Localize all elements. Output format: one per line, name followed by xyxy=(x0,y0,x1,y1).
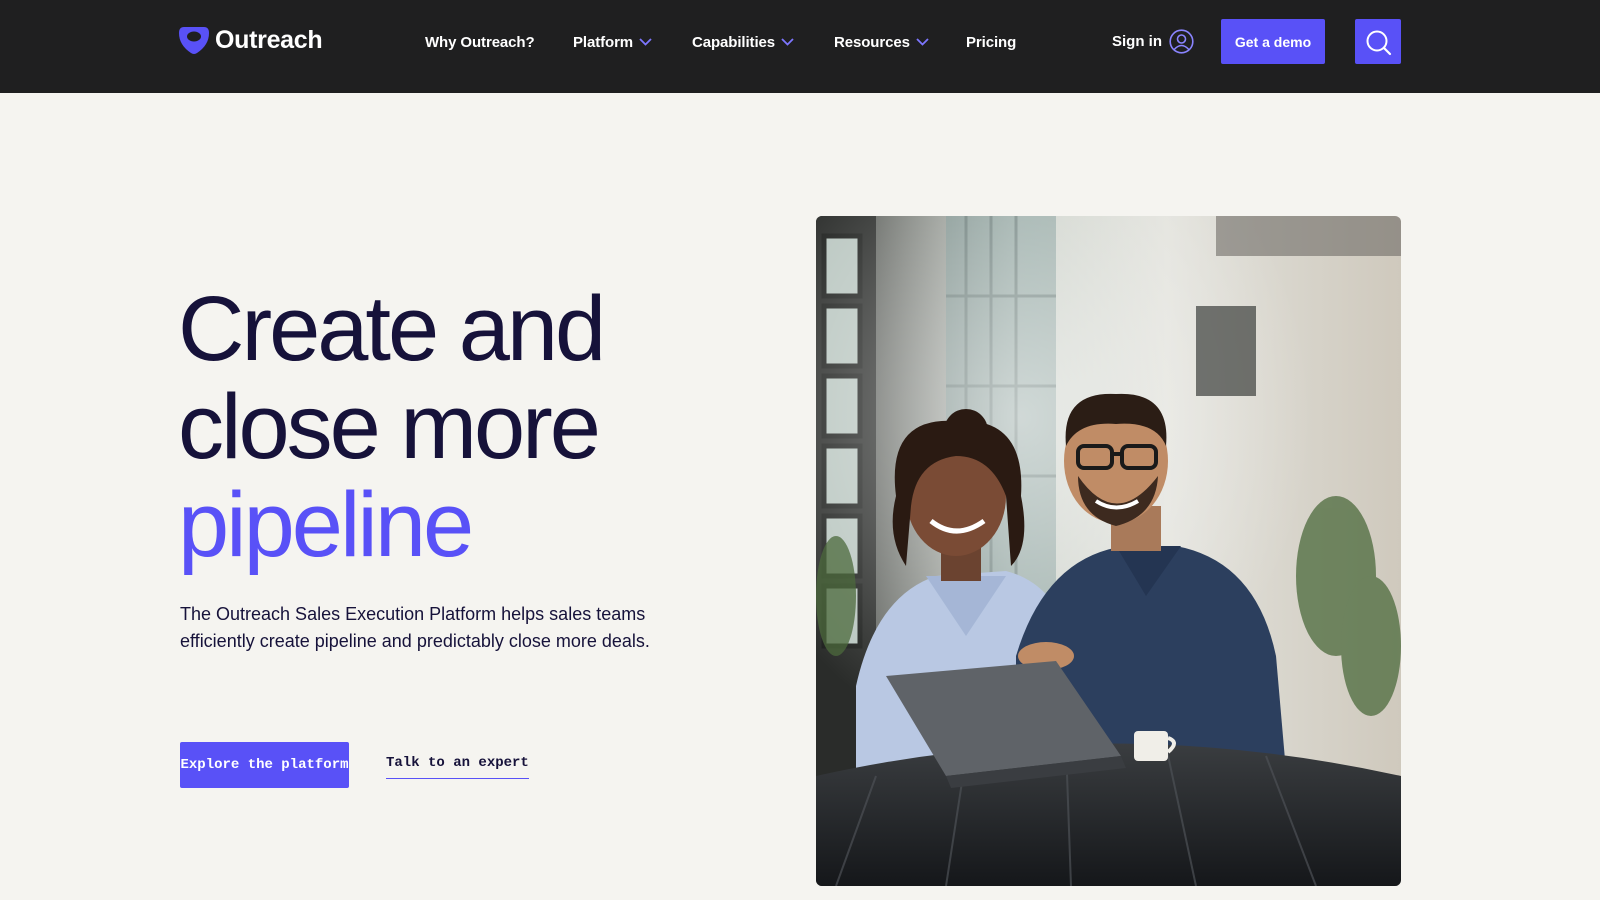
hero-photo xyxy=(816,216,1401,886)
nav-capabilities-label: Capabilities xyxy=(692,33,775,51)
nav-platform[interactable]: Platform xyxy=(573,30,652,54)
headline-accent-word: pipeline xyxy=(178,474,474,576)
search-button[interactable] xyxy=(1355,19,1401,64)
talk-to-expert-link[interactable]: Talk to an expert xyxy=(386,755,529,779)
nav-why-outreach-label: Why Outreach? xyxy=(425,33,535,51)
nav-pricing-label: Pricing xyxy=(966,33,1017,51)
nav-why-outreach[interactable]: Why Outreach? xyxy=(425,30,535,54)
nav-resources[interactable]: Resources xyxy=(834,30,929,54)
top-navigation: Outreach Why Outreach? Platform Capabili… xyxy=(0,0,1600,93)
sign-in-link[interactable]: Sign in xyxy=(1112,28,1194,54)
get-a-demo-button[interactable]: Get a demo xyxy=(1221,19,1325,64)
headline-line-1: Create and xyxy=(178,278,606,380)
nav-platform-label: Platform xyxy=(573,33,634,51)
outreach-logo[interactable]: Outreach xyxy=(178,24,323,56)
search-icon xyxy=(1366,30,1392,55)
chevron-down-icon xyxy=(781,38,794,46)
explore-platform-button[interactable]: Explore the platform xyxy=(180,742,349,788)
nav-capabilities[interactable]: Capabilities xyxy=(692,30,794,54)
hero-headline: Create and close more pipeline xyxy=(178,280,798,574)
logo-wordmark: Outreach xyxy=(215,25,323,54)
hero-description: The Outreach Sales Execution Platform he… xyxy=(180,601,720,655)
headline-line-2: close more xyxy=(178,376,601,478)
outreach-logo-icon xyxy=(179,27,209,54)
nav-resources-label: Resources xyxy=(834,33,910,51)
hero-description-line-1: The Outreach Sales Execution Platform he… xyxy=(180,604,646,624)
user-icon xyxy=(1169,28,1194,54)
chevron-down-icon xyxy=(639,38,652,46)
hero-description-line-2: efficiently create pipeline and predicta… xyxy=(180,631,650,651)
chevron-down-icon xyxy=(916,38,929,46)
nav-pricing[interactable]: Pricing xyxy=(966,30,1016,54)
hero-photo-illustration xyxy=(816,216,1401,886)
sign-in-label: Sign in xyxy=(1112,32,1162,50)
